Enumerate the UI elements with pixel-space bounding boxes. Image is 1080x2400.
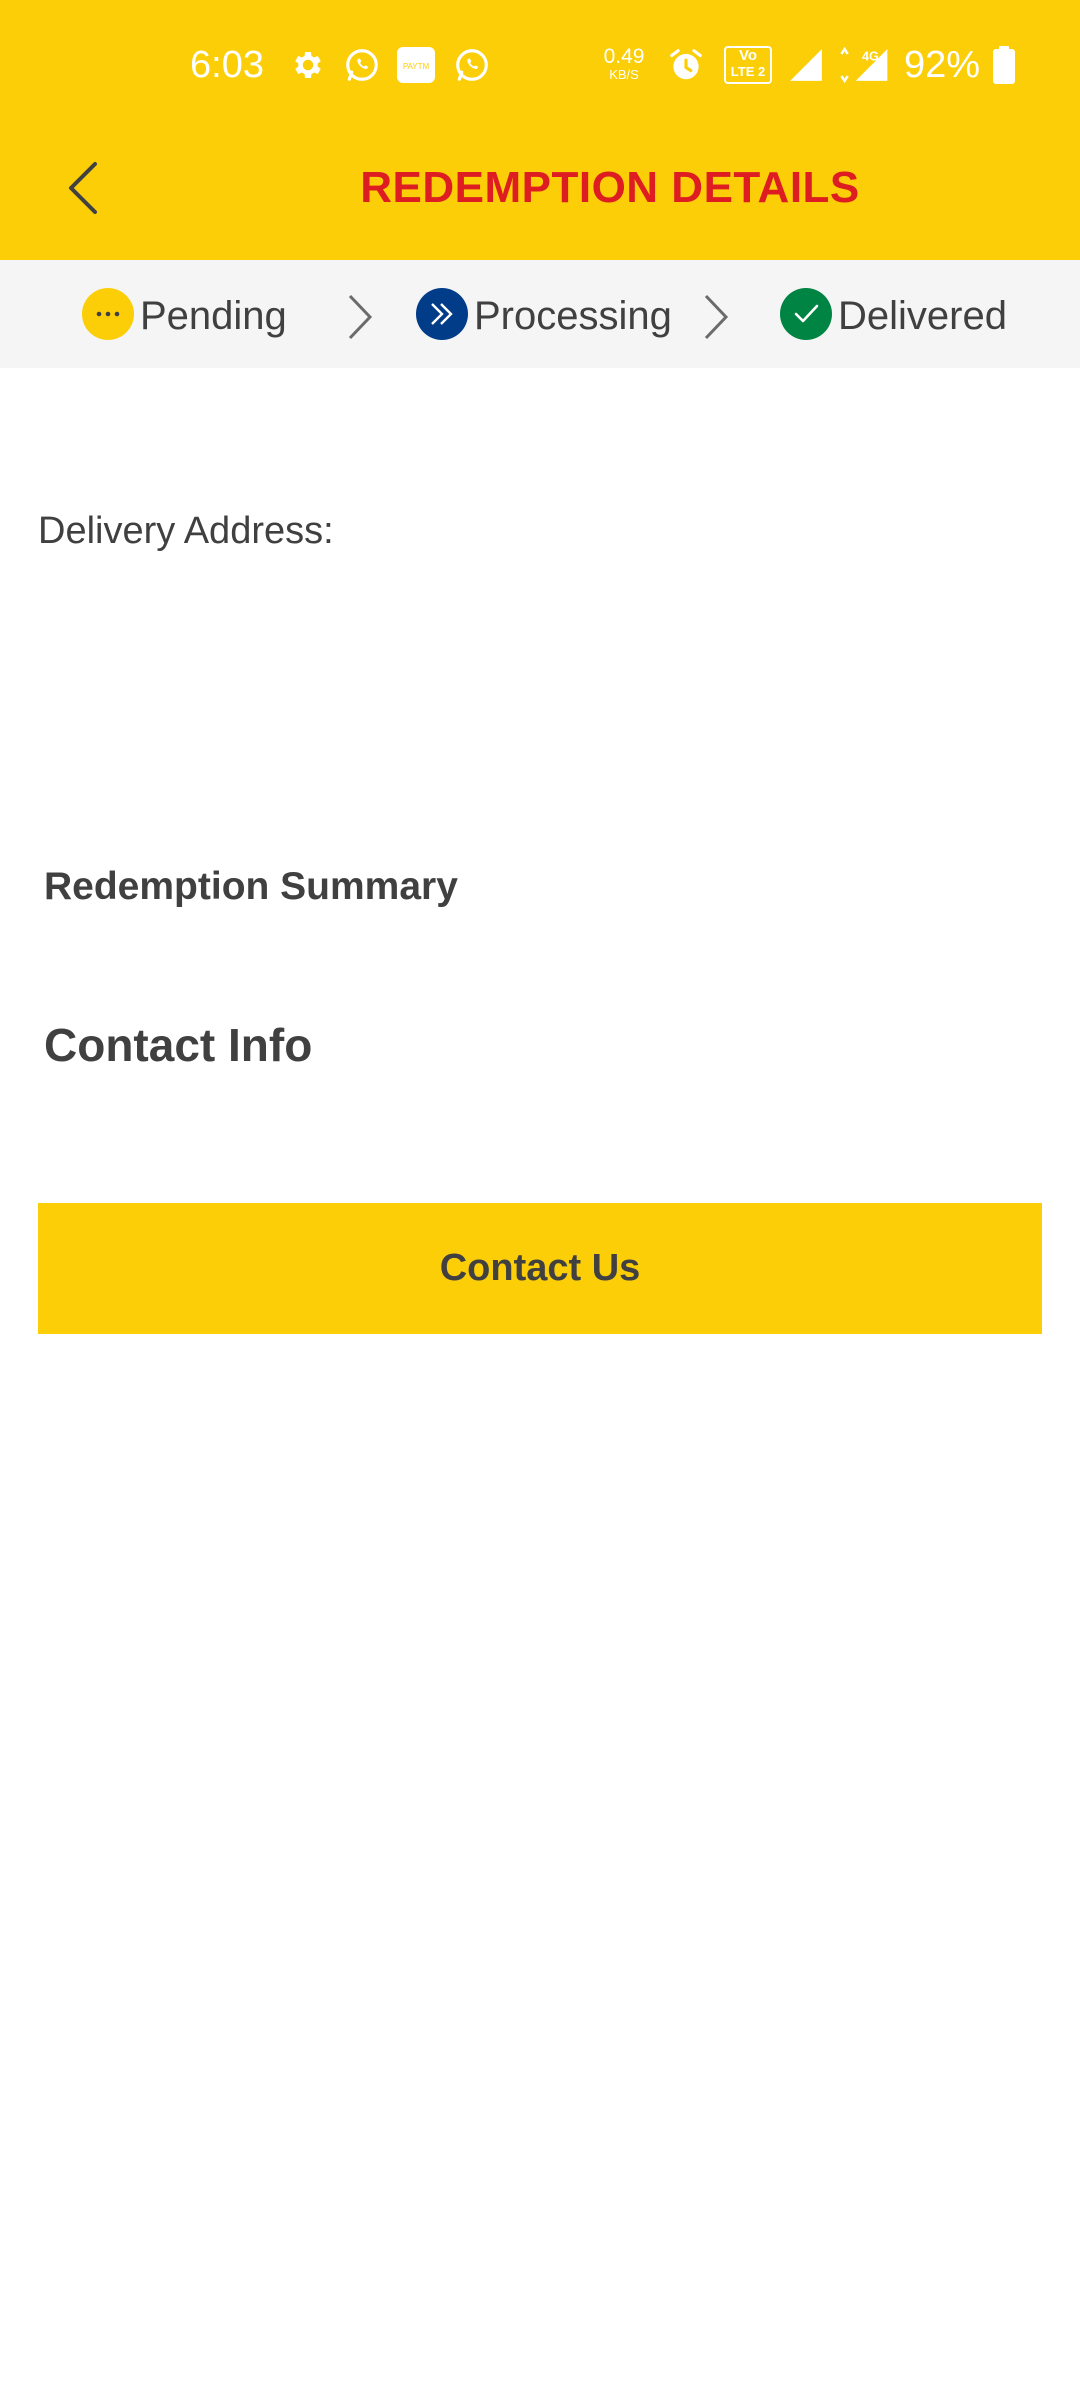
contact-us-button[interactable]: Contact Us — [38, 1203, 1042, 1334]
chevron-right-icon — [348, 294, 373, 340]
contact-info-title: Contact Info — [44, 1019, 313, 1071]
step-pending-label: Pending — [140, 294, 287, 338]
processing-double-chevron-icon — [416, 288, 468, 340]
net-speed: 0.49 KB/S — [598, 46, 650, 82]
delivery-address-label: Delivery Address: — [38, 510, 334, 552]
pending-ellipsis-icon — [82, 288, 134, 340]
gear-icon — [288, 46, 328, 84]
net-speed-value: 0.49 — [603, 45, 645, 68]
whatsapp-icon — [342, 46, 382, 84]
signal-4g-icon: 4G — [834, 46, 890, 84]
battery-percent: 92% — [904, 44, 981, 86]
page-title: REDEMPTION DETAILS — [360, 163, 860, 212]
svg-text:4G: 4G — [862, 49, 879, 63]
step-processing-label: Processing — [474, 294, 672, 338]
contact-us-label: Contact Us — [439, 1247, 641, 1289]
volte-line-1: Vo — [738, 47, 758, 64]
svg-text:PAYTM: PAYTM — [403, 62, 430, 71]
paytm-icon: PAYTM — [396, 46, 436, 84]
battery-icon — [990, 46, 1018, 84]
redemption-summary-title: Redemption Summary — [44, 865, 458, 908]
status-bar: 6:03 PAYTM 0.49 KB/S Vo LTE 2 4G 92% — [0, 0, 1080, 130]
status-time: 6:03 — [190, 44, 264, 86]
net-speed-unit: KB/S — [609, 67, 639, 82]
alarm-icon — [666, 46, 706, 84]
step-delivered-label: Delivered — [838, 294, 1007, 338]
delivered-check-icon — [780, 288, 832, 340]
whatsapp-icon — [452, 46, 492, 84]
volte-icon: Vo LTE 2 — [724, 46, 772, 84]
signal-icon — [786, 46, 826, 84]
volte-line-2: LTE 2 — [730, 64, 766, 79]
chevron-right-icon — [704, 294, 729, 340]
